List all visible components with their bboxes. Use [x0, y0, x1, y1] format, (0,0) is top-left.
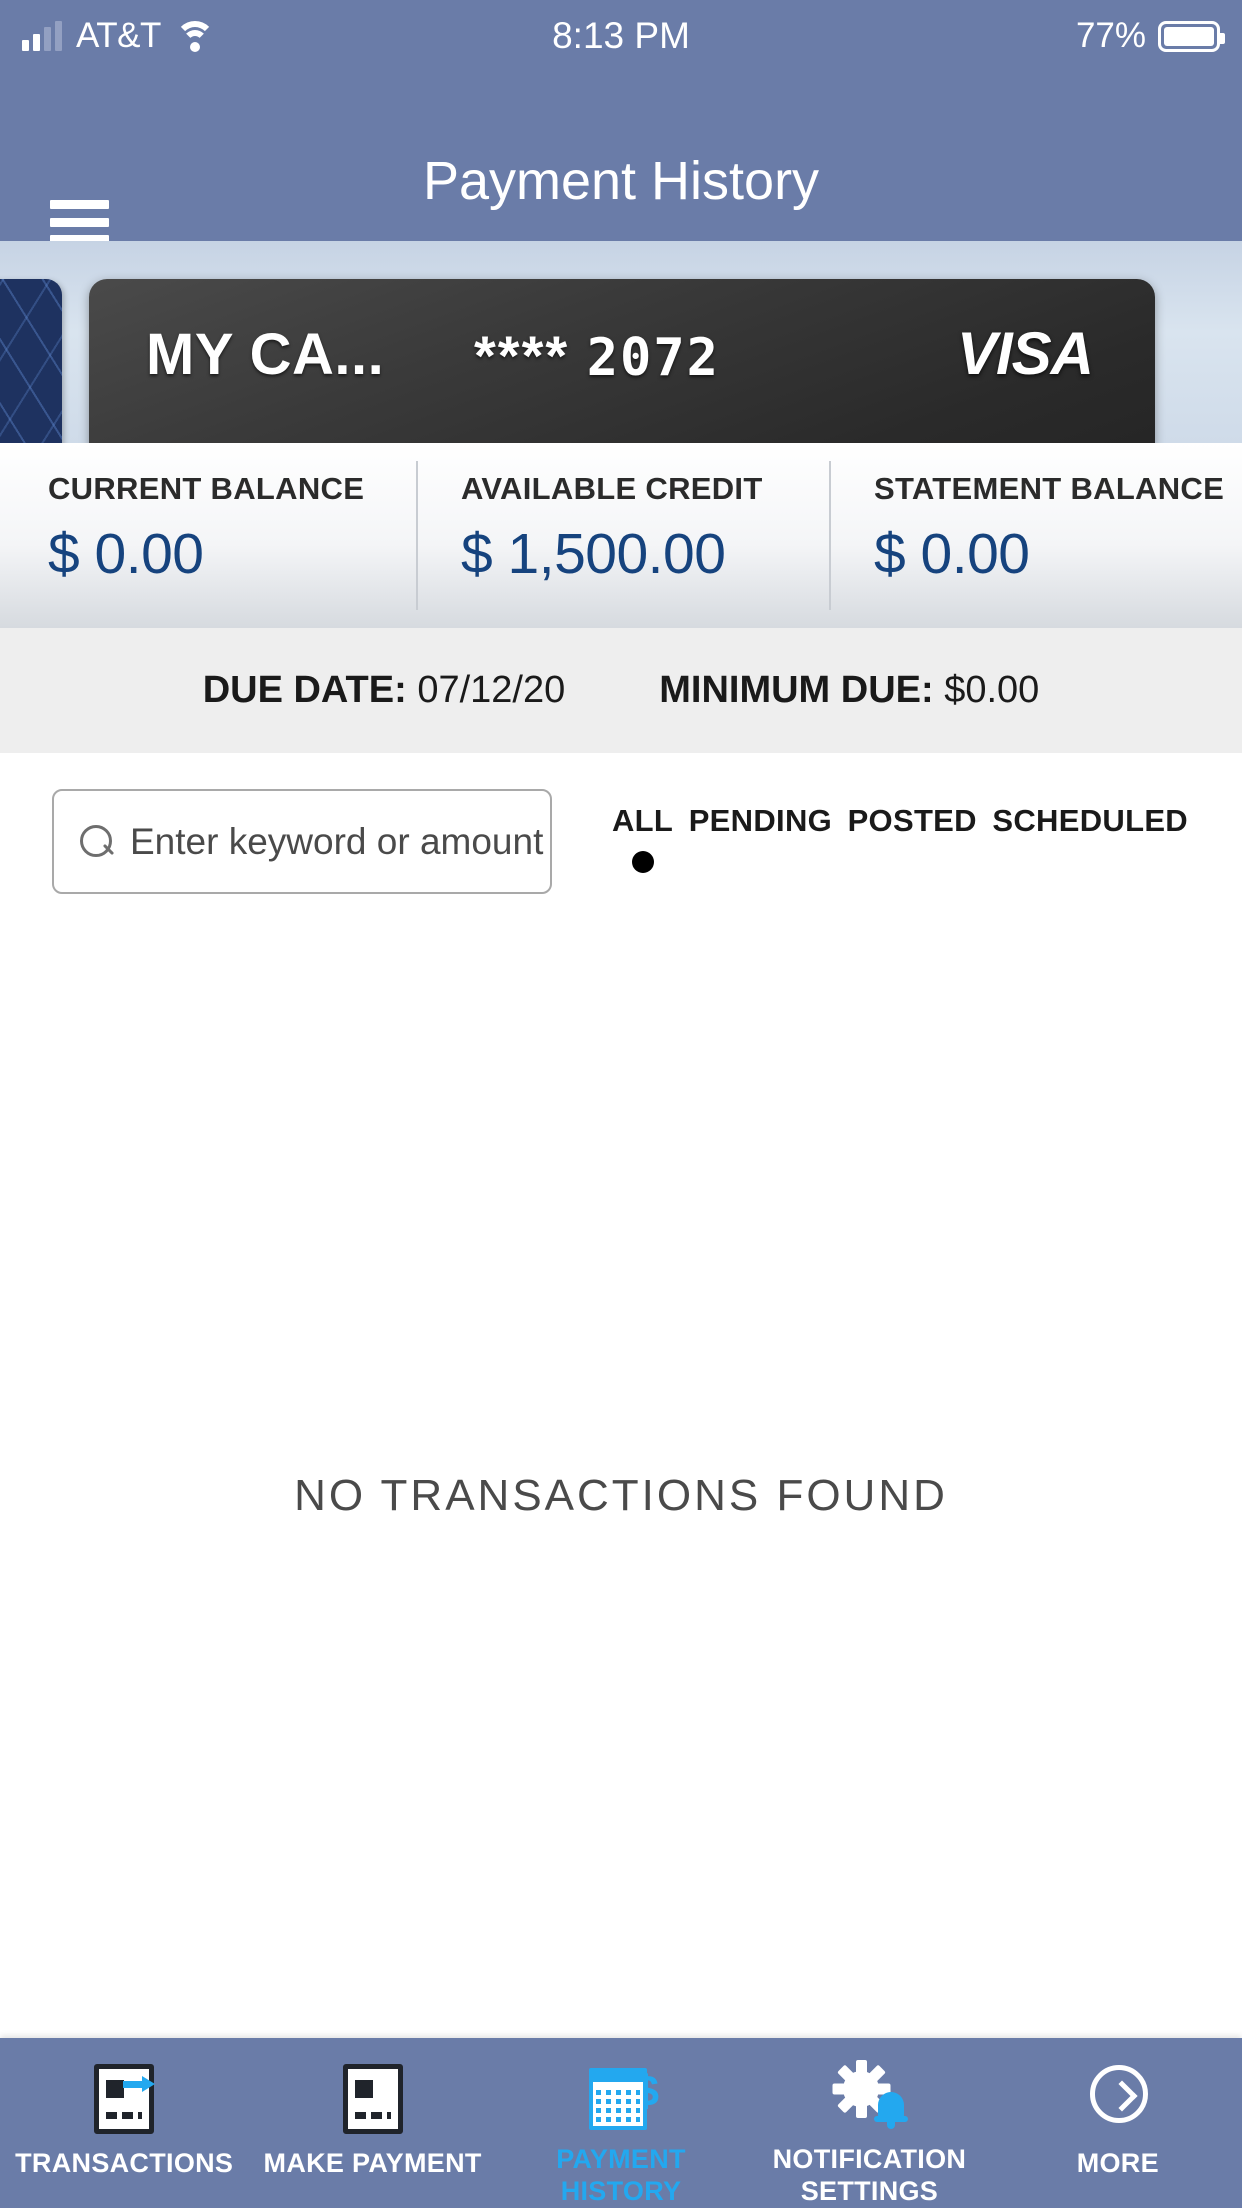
balance-value: $ 0.00	[874, 522, 1030, 586]
search-input[interactable]: Enter keyword or amount	[52, 789, 552, 894]
balance-value: $ 1,500.00	[461, 522, 726, 586]
due-date-label: DUE DATE:	[202, 669, 407, 711]
battery-percent-label: 77%	[1075, 16, 1146, 55]
balance-summary: CURRENT BALANCE $ 0.00 AVAILABLE CREDIT …	[0, 443, 1242, 628]
filter-label: SCHEDULED	[992, 803, 1188, 838]
filter-label: ALL	[612, 803, 674, 838]
ledger-grid-icon: $	[580, 2062, 662, 2132]
minimum-due: MINIMUM DUE: $0.00	[659, 669, 1039, 712]
chevron-circle-icon	[1077, 2062, 1159, 2136]
card-carousel[interactable]: MY CA... **** 2072 VISA	[0, 241, 1242, 443]
filter-tab-posted[interactable]: POSTED	[846, 803, 979, 873]
filter-label: PENDING	[688, 803, 833, 838]
card-icon	[332, 2062, 414, 2136]
app-header: Payment History	[0, 72, 1242, 244]
balance-value: $ 0.00	[48, 522, 204, 586]
search-filter-row: Enter keyword or amount ALL PENDING POST…	[0, 753, 1242, 903]
filter-label: POSTED	[847, 803, 977, 838]
filter-tab-scheduled[interactable]: SCHEDULED	[990, 803, 1190, 873]
balance-label: STATEMENT BALANCE	[874, 471, 1225, 506]
tab-transactions[interactable]: TRANSACTIONS	[0, 2038, 248, 2208]
status-bar-right: 77%	[1075, 0, 1225, 72]
transaction-list: NO TRANSACTIONS FOUND	[0, 903, 1242, 1965]
card-mask-stars: ****	[474, 324, 570, 387]
filter-tabs: ALL PENDING POSTED SCHEDULED	[610, 803, 1190, 903]
tab-label: NOTIFICATION SETTINGS	[772, 2144, 967, 2207]
balance-label: CURRENT BALANCE	[48, 471, 365, 506]
due-date-value: 07/12/20	[417, 669, 566, 711]
filter-selected-indicator	[631, 851, 654, 873]
gear-bell-icon	[828, 2060, 910, 2132]
card-arrow-icon	[83, 2062, 165, 2136]
credit-card[interactable]: MY CA... **** 2072 VISA	[89, 279, 1155, 443]
card-number-masked: **** 2072	[474, 323, 720, 388]
minimum-due-value: $0.00	[944, 669, 1040, 711]
bottom-tab-bar: TRANSACTIONS MAKE PAYMENT $ PAYMENT HIST…	[0, 2038, 1242, 2208]
previous-card-preview[interactable]	[0, 279, 62, 443]
tab-payment-history[interactable]: $ PAYMENT HISTORY	[497, 2038, 745, 2208]
balance-label: AVAILABLE CREDIT	[461, 471, 763, 506]
tab-make-payment[interactable]: MAKE PAYMENT	[248, 2038, 496, 2208]
visa-logo: VISA	[956, 320, 1094, 387]
battery-icon	[1158, 20, 1225, 52]
balance-available-credit: AVAILABLE CREDIT $ 1,500.00	[416, 443, 829, 628]
due-date: DUE DATE: 07/12/20	[203, 669, 566, 712]
filter-tab-pending[interactable]: PENDING	[687, 803, 834, 873]
balance-current: CURRENT BALANCE $ 0.00	[0, 443, 416, 628]
tab-label: MAKE PAYMENT	[263, 2148, 482, 2178]
tab-label: TRANSACTIONS	[15, 2148, 234, 2178]
status-bar: AT&T 8:13 PM 77%	[0, 0, 1242, 72]
page-title: Payment History	[422, 151, 820, 211]
empty-state-message: NO TRANSACTIONS FOUND	[294, 1471, 948, 1520]
card-nickname: MY CA...	[146, 322, 385, 387]
tab-more[interactable]: MORE	[994, 2038, 1242, 2208]
balance-statement: STATEMENT BALANCE $ 0.00	[829, 443, 1242, 628]
due-summary-row: DUE DATE: 07/12/20 MINIMUM DUE: $0.00	[0, 628, 1242, 753]
tab-label: MORE	[1076, 2148, 1159, 2178]
status-bar-clock: 8:13 PM	[552, 15, 690, 56]
tab-label: PAYMENT HISTORY	[556, 2144, 686, 2207]
search-placeholder: Enter keyword or amount	[130, 820, 544, 862]
search-icon	[80, 824, 114, 859]
card-last-four: 2072	[586, 328, 720, 388]
tab-notification-settings[interactable]: NOTIFICATION SETTINGS	[745, 2038, 993, 2208]
minimum-due-label: MINIMUM DUE:	[659, 669, 934, 711]
filter-tab-all[interactable]: ALL	[610, 803, 675, 873]
